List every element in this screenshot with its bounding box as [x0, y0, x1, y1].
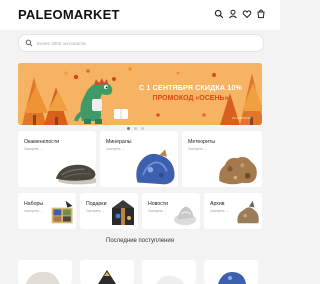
promo-banner[interactable]: С 1 СЕНТЯБРЯ СКИДКА 10% ПРОМОКОД «ОСЕНЬ»… — [18, 63, 262, 125]
category-link: Смотреть → — [210, 209, 229, 213]
heart-icon[interactable] — [242, 9, 252, 19]
category-card-meteorites[interactable]: Метеориты Смотреть → — [182, 131, 262, 187]
category-card-gifts[interactable]: Подарки Смотреть → — [80, 193, 138, 229]
site-header: PALEOMARKET — [0, 0, 280, 30]
header-actions — [214, 9, 266, 19]
category-card-fossils[interactable]: Окаменелости Смотреть → — [18, 131, 96, 187]
category-title: Архив — [210, 201, 225, 207]
product-card[interactable] — [18, 260, 72, 284]
category-title: Подарки — [86, 201, 107, 207]
category-title: Метеориты — [188, 139, 216, 145]
archive-image — [237, 200, 259, 224]
category-link: Смотреть → — [188, 147, 207, 151]
product-image — [98, 270, 116, 284]
mineral-image — [136, 149, 175, 185]
latest-arrivals-title: Последние поступления — [106, 238, 174, 244]
fossil-image — [55, 164, 96, 185]
category-title: Окаменелости — [24, 139, 60, 145]
sets-image — [51, 200, 73, 224]
banner-promo-code: ПРОМОКОД «ОСЕНЬ» — [152, 95, 229, 102]
user-icon[interactable] — [228, 9, 238, 19]
category-card-news[interactable]: Новости Смотреть → — [142, 193, 200, 229]
banner-watermark: PALEOMARKET — [232, 117, 252, 120]
product-card[interactable] — [204, 260, 258, 284]
category-link: Смотреть → — [106, 147, 125, 151]
site-logo[interactable]: PALEOMARKET — [18, 7, 120, 22]
product-card[interactable] — [80, 260, 134, 284]
product-image — [26, 271, 60, 284]
category-link: Смотреть → — [86, 209, 105, 213]
banner-title: С 1 СЕНТЯБРЯ СКИДКА 10% — [139, 83, 242, 92]
banner-pagination — [127, 127, 144, 130]
search-icon[interactable] — [214, 9, 224, 19]
category-link: Смотреть → — [24, 209, 43, 213]
category-card-archive[interactable]: Архив Смотреть → — [204, 193, 262, 229]
search-bar[interactable] — [18, 34, 264, 52]
search-input[interactable] — [37, 40, 237, 46]
news-image — [173, 206, 197, 226]
cart-icon[interactable] — [256, 9, 266, 19]
category-title: Новости — [148, 201, 169, 207]
meteorite-image — [219, 157, 257, 185]
category-link: Смотреть → — [24, 147, 43, 151]
gifts-image — [112, 200, 134, 225]
banner-dot-1[interactable] — [127, 127, 130, 130]
category-title: Минералы — [106, 139, 132, 145]
category-link: Смотреть → — [148, 209, 167, 213]
search-field-icon — [25, 39, 33, 47]
product-image — [156, 275, 184, 284]
category-card-minerals[interactable]: Минералы Смотреть → — [100, 131, 178, 187]
banner-artwork — [18, 63, 262, 125]
banner-dot-2[interactable] — [134, 127, 137, 130]
category-title: Наборы — [24, 201, 44, 207]
category-card-sets[interactable]: Наборы Смотреть → — [18, 193, 76, 229]
product-image — [218, 272, 246, 284]
product-card[interactable] — [142, 260, 196, 284]
banner-dot-3[interactable] — [141, 127, 144, 130]
